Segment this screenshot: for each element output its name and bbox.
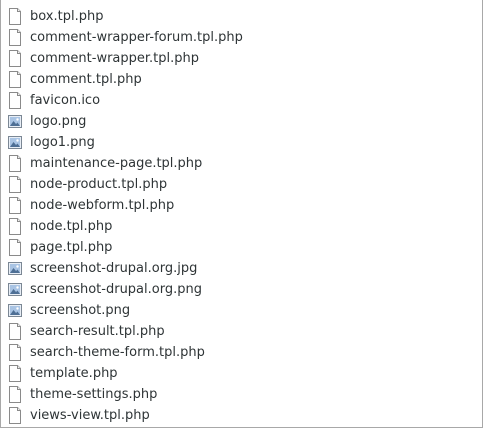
- text-file-icon: [8, 407, 22, 424]
- file-name: logo1.png: [30, 135, 95, 150]
- file-row[interactable]: box.tpl.php: [1, 6, 482, 27]
- file-row[interactable]: views-view.tpl.php: [1, 405, 482, 426]
- file-row[interactable]: logo1.png: [1, 132, 482, 153]
- text-file-icon: [8, 8, 22, 25]
- file-name: views-view.tpl.php: [30, 408, 150, 423]
- text-file-icon: [8, 71, 22, 88]
- text-file-icon: [8, 176, 22, 193]
- file-list: box.tpl.php comment-wrapper-forum.tpl.php…: [0, 0, 483, 428]
- text-file-icon: [8, 239, 22, 256]
- file-row[interactable]: logo.png: [1, 111, 482, 132]
- file-row[interactable]: node.tpl.php: [1, 216, 482, 237]
- file-row[interactable]: screenshot-drupal.org.png: [1, 279, 482, 300]
- file-name: comment-wrapper-forum.tpl.php: [30, 30, 243, 45]
- file-name: template.php: [30, 366, 118, 381]
- file-row[interactable]: theme-settings.php: [1, 384, 482, 405]
- text-file-icon: [8, 344, 22, 361]
- file-row[interactable]: page.tpl.php: [1, 237, 482, 258]
- text-file-icon: [8, 29, 22, 46]
- file-name: comment-wrapper.tpl.php: [30, 51, 200, 66]
- image-file-icon: [8, 260, 22, 277]
- file-row[interactable]: favicon.ico: [1, 90, 482, 111]
- file-name: theme-settings.php: [30, 387, 158, 402]
- file-row[interactable]: search-theme-form.tpl.php: [1, 342, 482, 363]
- text-file-icon: [8, 323, 22, 340]
- file-row[interactable]: search-result.tpl.php: [1, 321, 482, 342]
- file-row[interactable]: template.php: [1, 363, 482, 384]
- file-name: node.tpl.php: [30, 219, 113, 234]
- image-file-icon: [8, 281, 22, 298]
- file-name: screenshot.png: [30, 303, 131, 318]
- file-name: screenshot-drupal.org.jpg: [30, 261, 198, 276]
- text-file-icon: [8, 155, 22, 172]
- file-row[interactable]: comment-wrapper.tpl.php: [1, 48, 482, 69]
- image-file-icon: [8, 113, 22, 130]
- image-file-icon: [8, 134, 22, 151]
- text-file-icon: [8, 218, 22, 235]
- text-file-icon: [8, 386, 22, 403]
- file-name: page.tpl.php: [30, 240, 113, 255]
- file-row[interactable]: maintenance-page.tpl.php: [1, 153, 482, 174]
- file-row[interactable]: comment.tpl.php: [1, 69, 482, 90]
- file-name: favicon.ico: [30, 93, 101, 108]
- file-name: logo.png: [30, 114, 87, 129]
- file-row[interactable]: screenshot-drupal.org.jpg: [1, 258, 482, 279]
- file-name: screenshot-drupal.org.png: [30, 282, 202, 297]
- text-file-icon: [8, 197, 22, 214]
- text-file-icon: [8, 365, 22, 382]
- file-name: comment.tpl.php: [30, 72, 142, 87]
- file-row[interactable]: node-product.tpl.php: [1, 174, 482, 195]
- file-row[interactable]: comment-wrapper-forum.tpl.php: [1, 27, 482, 48]
- file-name: search-result.tpl.php: [30, 324, 165, 339]
- file-name: maintenance-page.tpl.php: [30, 156, 203, 171]
- file-name: box.tpl.php: [30, 9, 104, 24]
- file-row[interactable]: screenshot.png: [1, 300, 482, 321]
- file-row[interactable]: node-webform.tpl.php: [1, 195, 482, 216]
- file-name: node-product.tpl.php: [30, 177, 168, 192]
- image-file-icon: [8, 302, 22, 319]
- file-name: node-webform.tpl.php: [30, 198, 175, 213]
- text-file-icon: [8, 50, 22, 67]
- file-name: search-theme-form.tpl.php: [30, 345, 205, 360]
- text-file-icon: [8, 92, 22, 109]
